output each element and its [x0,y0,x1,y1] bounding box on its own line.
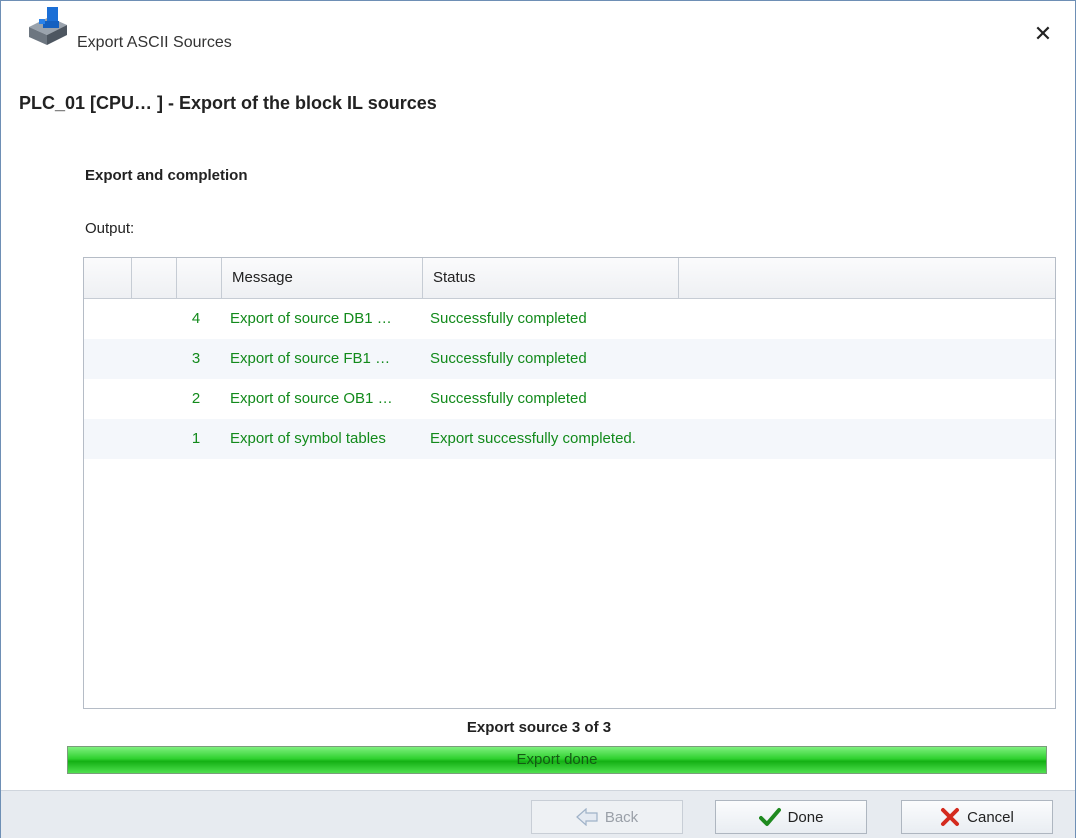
row-number: 3 [191,350,201,367]
table-row[interactable]: 3 Export of source FB1 … Successfully co… [84,339,1055,379]
row-status: Successfully completed [430,350,587,367]
column-header-3[interactable] [177,258,222,298]
column-header-1[interactable] [84,258,132,298]
row-status: Export successfully completed. [430,430,636,447]
page-title: PLC_01 [CPU… ] - Export of the block IL … [19,93,437,113]
row-message: Export of source DB1 … [230,310,392,327]
column-header-2[interactable] [132,258,177,298]
output-label: Output: [85,220,135,237]
cancel-label: Cancel [967,808,1014,826]
row-status: Successfully completed [430,390,587,407]
back-button[interactable]: Back [531,800,683,834]
red-x-icon [940,807,960,827]
row-status: Successfully completed [430,310,587,327]
progress-bar: Export done [67,746,1047,774]
table-header: Message Status [84,258,1055,299]
row-number: 2 [191,390,201,407]
done-button[interactable]: Done [715,800,867,834]
row-message: Export of source OB1 … [230,390,393,407]
column-header-status[interactable]: Status [423,258,679,298]
row-number: 1 [191,430,201,447]
row-message: Export of source FB1 … [230,350,391,367]
column-header-message[interactable]: Message [222,258,423,298]
export-dialog: Export ASCII Sources ✕ PLC_01 [CPU… ] - … [0,0,1076,838]
step7-cube-icon [23,5,71,49]
button-bar: Back Done Cancel [1,790,1075,838]
row-message: Export of symbol tables [230,430,386,447]
close-icon[interactable]: ✕ [1034,21,1052,46]
close-button[interactable]: ✕ [1027,18,1059,50]
table-row[interactable]: 2 Export of source OB1 … Successfully co… [84,379,1055,419]
row-number: 4 [191,310,201,327]
checkmark-icon [758,807,781,827]
done-label: Done [787,808,824,826]
back-label: Back [604,808,639,826]
table-row[interactable]: 1 Export of symbol tables Export success… [84,419,1055,459]
progress-label: Export done [516,751,598,768]
table-row[interactable]: 4 Export of source DB1 … Successfully co… [84,299,1055,339]
section-title: Export and completion [85,167,248,184]
arrow-left-icon [575,808,598,826]
output-table: Message Status 4 Export of source DB1 … … [83,257,1056,709]
title-bar: Export ASCII Sources ✕ [1,1,1075,84]
cancel-button[interactable]: Cancel [901,800,1053,834]
column-header-extra[interactable] [679,258,1055,298]
progress-caption: Export source 3 of 3 [466,719,612,736]
window-title: Export ASCII Sources [77,34,232,51]
